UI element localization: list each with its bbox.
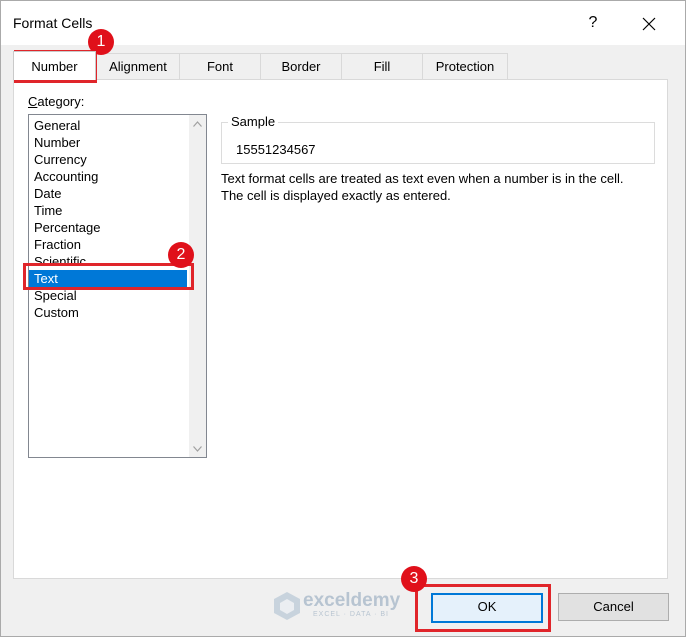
category-item-custom[interactable]: Custom xyxy=(29,304,187,321)
step-badge-3: 3 xyxy=(401,566,427,592)
tab-fill[interactable]: Fill xyxy=(341,53,423,80)
category-item-time[interactable]: Time xyxy=(29,202,187,219)
chevron-up-icon xyxy=(193,120,202,127)
chevron-down-icon xyxy=(193,445,202,452)
category-item-percentage[interactable]: Percentage xyxy=(29,219,187,236)
tab-number[interactable]: Number xyxy=(13,51,96,80)
scroll-up-button[interactable] xyxy=(189,115,206,132)
tab-alignment[interactable]: Alignment xyxy=(96,53,180,80)
tab-protection[interactable]: Protection xyxy=(422,53,508,80)
cancel-button[interactable]: Cancel xyxy=(558,593,669,621)
exceldemy-watermark: exceldemy EXCEL · DATA · BI xyxy=(273,589,423,623)
description-line-2: The cell is displayed exactly as entered… xyxy=(221,188,451,203)
category-listbox[interactable]: General Number Currency Accounting Date Time P… xyxy=(28,114,207,458)
tab-font[interactable]: Font xyxy=(179,53,261,80)
close-button[interactable] xyxy=(627,7,671,39)
ok-button[interactable]: OK xyxy=(431,593,543,623)
help-button[interactable]: ? xyxy=(579,7,607,39)
sample-group: 15551234567 xyxy=(221,122,655,164)
category-scrollbar[interactable] xyxy=(189,115,206,457)
category-list: General Number Currency Accounting Date Time P… xyxy=(29,117,187,321)
number-tab-panel: Category: General Number Currency Accountin… xyxy=(13,79,668,579)
sample-legend: Sample xyxy=(228,114,279,129)
sample-value: 15551234567 xyxy=(236,142,316,157)
step-badge-2: 2 xyxy=(168,242,194,268)
dialog-title: Format Cells xyxy=(13,15,93,31)
close-icon xyxy=(642,17,656,30)
category-item-number[interactable]: Number xyxy=(29,134,187,151)
watermark-brand: exceldemy xyxy=(303,590,401,611)
category-label: Category: xyxy=(28,94,85,109)
exceldemy-logo-icon xyxy=(274,592,300,620)
format-description: Text format cells are treated as text ev… xyxy=(221,170,651,204)
category-item-general[interactable]: General xyxy=(29,117,187,134)
category-item-text[interactable]: Text xyxy=(29,270,187,287)
description-line-1: Text format cells are treated as text ev… xyxy=(221,171,624,186)
watermark-tagline: EXCEL · DATA · BI xyxy=(313,611,389,618)
category-item-accounting[interactable]: Accounting xyxy=(29,168,187,185)
tab-border[interactable]: Border xyxy=(260,53,342,80)
category-item-special[interactable]: Special xyxy=(29,287,187,304)
format-cells-dialog: Format Cells ? Number Alignment Font Bor… xyxy=(0,0,686,637)
category-item-currency[interactable]: Currency xyxy=(29,151,187,168)
category-item-fraction[interactable]: Fraction xyxy=(29,236,187,253)
scroll-down-button[interactable] xyxy=(189,440,206,457)
category-item-scientific[interactable]: Scientific xyxy=(29,253,187,270)
category-item-date[interactable]: Date xyxy=(29,185,187,202)
